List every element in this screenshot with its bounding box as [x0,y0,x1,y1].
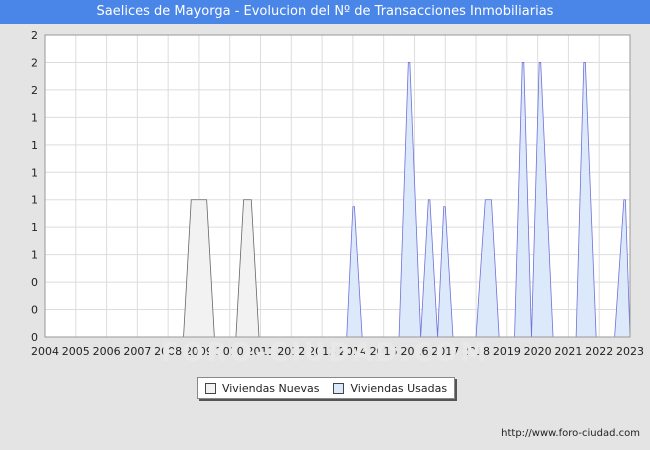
legend-label-nuevas: Viviendas Nuevas [221,381,320,395]
legend-label-usadas: Viviendas Usadas [350,381,448,395]
y-tick-label: 0 [31,276,38,289]
x-tick-label: 2005 [62,345,90,358]
y-tick-label: 1 [31,221,38,234]
y-tick-label: 1 [31,166,38,179]
x-tick-label: 2023 [616,345,644,358]
legend-swatch-usadas [333,382,345,394]
y-tick-label: 1 [31,111,38,124]
y-axis: 0 0 0 1 1 1 1 1 1 2 2 2 [31,29,38,344]
y-tick-label: 1 [31,139,38,152]
chart-area: 000111111222 2004 2005 2006 2007 2008 2009 201… [31,29,644,358]
watermark: FORO-CIUDAD.COM [160,338,490,368]
legend-swatch-nuevas [204,382,216,394]
y-tick-label: 1 [31,194,38,207]
y-tick-label: 2 [31,84,38,97]
y-tick-label: 2 [31,56,38,69]
y-tick-label: 2 [31,29,38,42]
legend-item-usadas: Viviendas Usadas [333,382,447,395]
legend: Viviendas Nuevas Viviendas Usadas [197,377,455,399]
source-url[interactable]: http://www.foro-ciudad.com [501,428,640,439]
x-tick-label: 2022 [585,345,613,358]
legend-item-nuevas: Viviendas Nuevas [204,381,320,395]
y-tick-label: 0 [31,331,38,344]
x-tick-label: 2004 [31,345,59,358]
x-tick-label: 2020 [524,345,552,358]
x-tick-label: 2021 [554,345,582,358]
y-tick-label: 0 [31,304,38,317]
y-tick-label: 1 [31,249,38,262]
x-tick-label: 2006 [93,345,121,358]
chart-title: Saelices de Mayorga - Evolucion del Nº d… [0,0,650,24]
